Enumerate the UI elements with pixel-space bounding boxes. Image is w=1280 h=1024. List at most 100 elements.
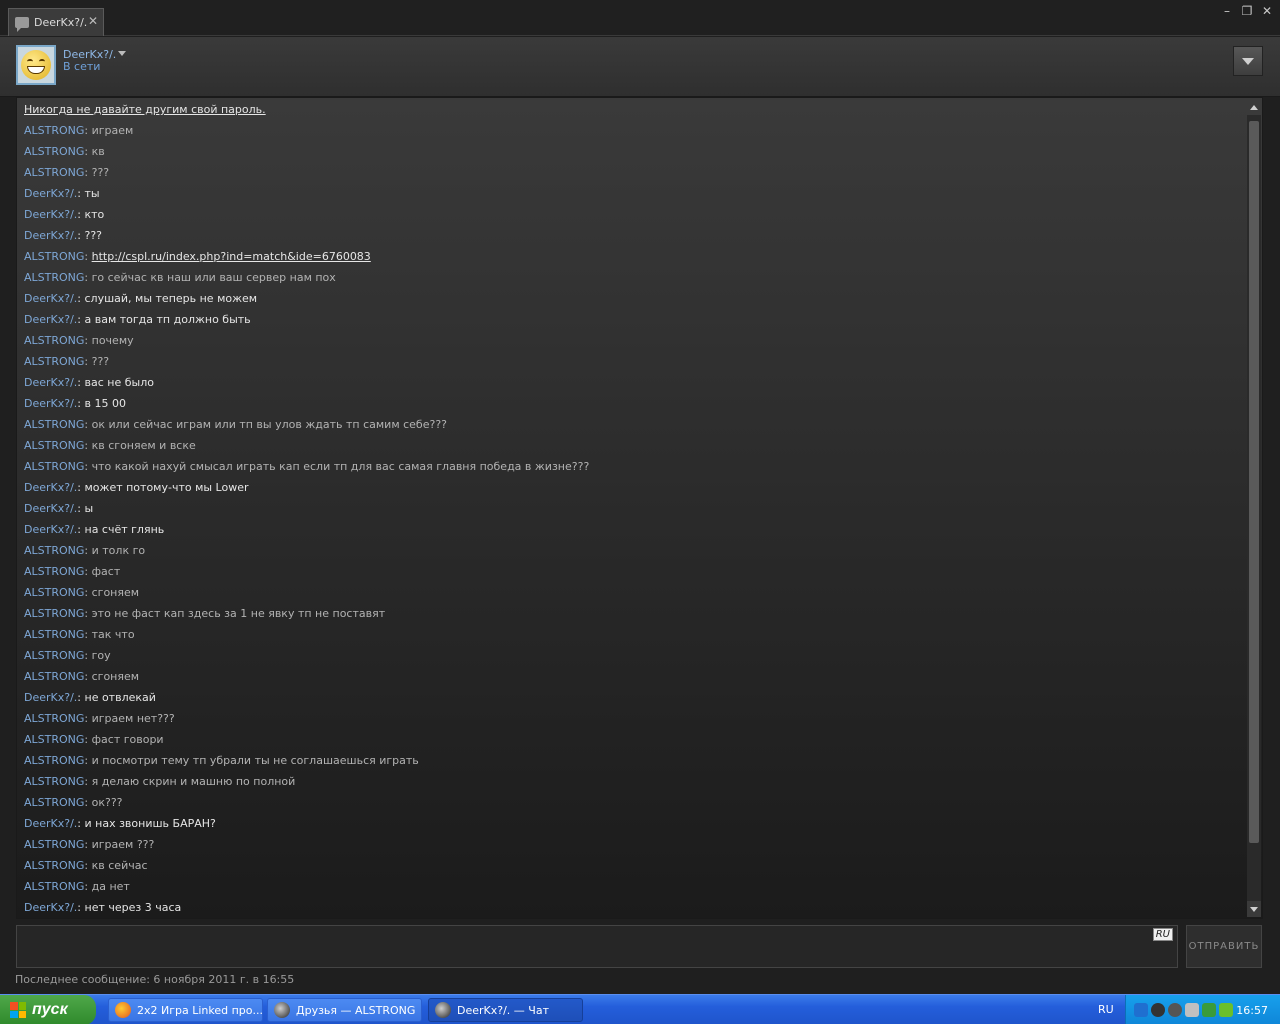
message-sender[interactable]: ALSTRONG (24, 754, 84, 767)
message-sender[interactable]: DeerKx?/. (24, 691, 77, 704)
scroll-thumb[interactable] (1249, 121, 1259, 843)
message-sender[interactable]: ALSTRONG (24, 838, 84, 851)
message-sender[interactable]: DeerKx?/. (24, 292, 77, 305)
sender-separator: : (77, 208, 85, 221)
message-text: может потому-что мы Lower (84, 481, 249, 494)
message-sender[interactable]: DeerKx?/. (24, 376, 77, 389)
sender-separator: : (77, 817, 85, 830)
sender-separator: : (84, 124, 92, 137)
chat-message: ALSTRONG: да нет (24, 876, 1239, 897)
title-bar: DeerKx?/. ✕ – ❐ ✕ (0, 0, 1280, 36)
message-text: гоу (91, 649, 111, 662)
start-button[interactable]: пуск (0, 995, 96, 1024)
message-sender[interactable]: ALSTRONG (24, 586, 84, 599)
scroll-down-button[interactable] (1247, 901, 1261, 917)
close-window-icon[interactable]: ✕ (1260, 4, 1274, 18)
message-sender[interactable]: ALSTRONG (24, 880, 84, 893)
sender-separator: : (84, 586, 92, 599)
sender-separator: : (84, 775, 92, 788)
chat-message: ALSTRONG: что какой нахуй смысал играть … (24, 456, 1239, 477)
chat-message: DeerKx?/.: в 15 00 (24, 393, 1239, 414)
security-tray-icon[interactable] (1202, 1003, 1216, 1017)
message-input[interactable]: RU (16, 925, 1178, 968)
message-sender[interactable]: ALSTRONG (24, 712, 84, 725)
message-sender[interactable]: ALSTRONG (24, 544, 84, 557)
sender-separator: : (84, 838, 92, 851)
message-text: кто (84, 208, 105, 221)
chat-message: ALSTRONG: http://cspl.ru/index.php?ind=m… (24, 246, 1239, 267)
message-link[interactable]: http://cspl.ru/index.php?ind=match&ide=6… (92, 250, 371, 263)
message-sender[interactable]: ALSTRONG (24, 859, 84, 872)
scroll-up-button[interactable] (1247, 99, 1261, 115)
message-sender[interactable]: ALSTRONG (24, 418, 84, 431)
message-sender[interactable]: ALSTRONG (24, 460, 84, 473)
sender-separator: : (84, 145, 92, 158)
steam-tray-icon[interactable] (1168, 1003, 1182, 1017)
message-sender[interactable]: DeerKx?/. (24, 208, 77, 221)
message-sender[interactable]: DeerKx?/. (24, 397, 77, 410)
chevron-down-icon[interactable] (118, 51, 126, 56)
network-icon[interactable] (1185, 1003, 1199, 1017)
message-sender[interactable]: DeerKx?/. (24, 481, 77, 494)
chat-menu-button[interactable] (1233, 46, 1263, 76)
message-sender[interactable]: DeerKx?/. (24, 229, 77, 242)
message-sender[interactable]: ALSTRONG (24, 439, 84, 452)
tray-arrow-icon[interactable] (1134, 1003, 1148, 1017)
scrollbar[interactable] (1247, 99, 1261, 917)
message-sender[interactable]: ALSTRONG (24, 124, 84, 137)
message-sender[interactable]: DeerKx?/. (24, 901, 77, 914)
message-sender[interactable]: DeerKx?/. (24, 817, 77, 830)
message-text: и нах звонишь БАРАН? (84, 817, 216, 830)
windows-logo-icon (10, 1002, 26, 1018)
nvidia-icon[interactable] (1219, 1003, 1233, 1017)
sender-separator: : (77, 229, 85, 242)
message-sender[interactable]: ALSTRONG (24, 271, 84, 284)
message-sender[interactable]: ALSTRONG (24, 775, 84, 788)
taskbar-button-friends[interactable]: Друзья — ALSTRONG (267, 998, 422, 1022)
message-text: ы (84, 502, 94, 515)
close-tab-icon[interactable]: ✕ (88, 14, 98, 28)
sender-separator: : (77, 292, 85, 305)
message-sender[interactable]: ALSTRONG (24, 250, 84, 263)
message-text: играем нет??? (91, 712, 175, 725)
taskbar-button-label: DeerKx?/. — Чат (457, 1003, 549, 1017)
send-button[interactable]: ОТПРАВИТЬ (1186, 925, 1262, 968)
minimize-icon[interactable]: – (1220, 4, 1234, 18)
message-sender[interactable]: DeerKx?/. (24, 523, 77, 536)
taskbar-button-label: 2x2 Игра Linked про... (137, 1003, 263, 1017)
message-sender[interactable]: ALSTRONG (24, 607, 84, 620)
taskbar-button-firefox[interactable]: 2x2 Игра Linked про... (108, 998, 263, 1022)
message-sender[interactable]: ALSTRONG (24, 565, 84, 578)
chat-message: ALSTRONG: ок??? (24, 792, 1239, 813)
message-sender[interactable]: ALSTRONG (24, 796, 84, 809)
chat-tab[interactable]: DeerKx?/. ✕ (8, 8, 104, 36)
tray-app-icon[interactable] (1151, 1003, 1165, 1017)
message-sender[interactable]: ALSTRONG (24, 334, 84, 347)
keyboard-language[interactable]: RU (1098, 1003, 1114, 1016)
chat-message: ALSTRONG: гоу (24, 645, 1239, 666)
message-sender[interactable]: ALSTRONG (24, 733, 84, 746)
message-sender[interactable]: DeerKx?/. (24, 313, 77, 326)
avatar[interactable] (16, 45, 56, 85)
chat-message: ALSTRONG: ??? (24, 162, 1239, 183)
sender-separator: : (84, 649, 92, 662)
message-sender[interactable]: ALSTRONG (24, 166, 84, 179)
message-sender[interactable]: DeerKx?/. (24, 502, 77, 515)
steam-icon (274, 1002, 290, 1018)
restore-icon[interactable]: ❐ (1240, 4, 1254, 18)
input-language-badge: RU (1152, 928, 1173, 941)
message-sender[interactable]: ALSTRONG (24, 670, 84, 683)
message-sender[interactable]: ALSTRONG (24, 355, 84, 368)
message-sender[interactable]: ALSTRONG (24, 628, 84, 641)
chat-message: ALSTRONG: это не фаст кап здесь за 1 не … (24, 603, 1239, 624)
message-sender[interactable]: DeerKx?/. (24, 187, 77, 200)
message-text: нет через 3 часа (84, 901, 182, 914)
message-sender[interactable]: ALSTRONG (24, 649, 84, 662)
message-text: ок??? (91, 796, 123, 809)
taskbar-button-chat[interactable]: DeerKx?/. — Чат (428, 998, 583, 1022)
sender-separator: : (77, 901, 85, 914)
message-text: в 15 00 (84, 397, 126, 410)
sender-separator: : (84, 859, 92, 872)
sender-separator: : (84, 418, 92, 431)
message-sender[interactable]: ALSTRONG (24, 145, 84, 158)
